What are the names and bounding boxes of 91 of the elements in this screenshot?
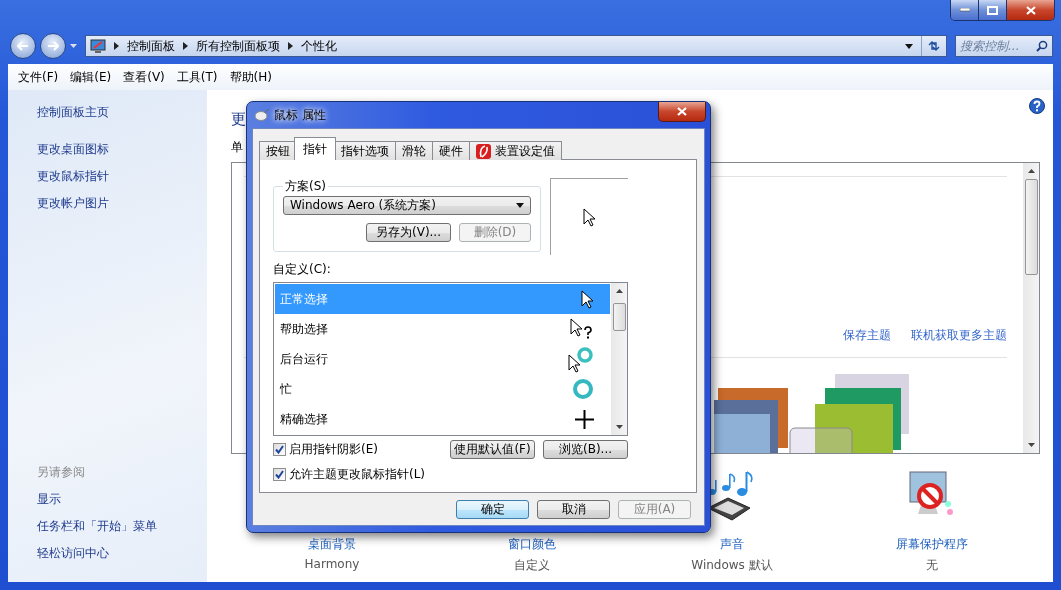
- setting-link[interactable]: 窗口颜色: [508, 536, 556, 553]
- setting-value: 自定义: [514, 557, 550, 574]
- scrollbar-thumb[interactable]: [612, 303, 626, 331]
- sidebar-link[interactable]: 显示: [37, 491, 61, 508]
- menu-item[interactable]: 帮助(H): [229, 66, 272, 88]
- setting-value: Harmony: [304, 557, 360, 571]
- list-item[interactable]: 忙: [275, 374, 610, 404]
- sidebar-link[interactable]: 更改鼠标指针: [37, 168, 109, 185]
- tab[interactable]: 指针选项: [334, 141, 396, 160]
- minimize-icon: [959, 8, 970, 12]
- setting-link[interactable]: 桌面背景: [308, 536, 356, 553]
- setting-value: 无: [926, 557, 938, 574]
- cursor-button[interactable]: 使用默认值(F): [450, 440, 535, 459]
- address-field[interactable]: 控制面板 所有控制面板项 个性化: [85, 35, 947, 57]
- forward-button[interactable]: [40, 33, 66, 59]
- theme-link[interactable]: 保存主题: [843, 327, 891, 344]
- back-arrow-icon: [17, 41, 29, 51]
- list-item[interactable]: 精确选择: [275, 404, 610, 434]
- sidebar-link[interactable]: 轻松访问中心: [37, 545, 109, 562]
- sidebar-link[interactable]: 任务栏和「开始」菜单: [37, 518, 157, 535]
- up-arrow-icon[interactable]: [1027, 169, 1035, 173]
- menu-item[interactable]: 查看(V): [123, 66, 165, 88]
- setting-link[interactable]: 声音: [720, 536, 744, 553]
- caret-icon[interactable]: [70, 44, 77, 48]
- sidebar-link[interactable]: 更改帐户图片: [37, 195, 109, 212]
- help-cursor-icon: [570, 318, 594, 340]
- checkbox-label: 启用指针阴影(E): [289, 441, 378, 458]
- cursor-button[interactable]: 浏览(B)...: [543, 440, 628, 459]
- menu-item[interactable]: 编辑(E): [70, 66, 112, 88]
- tab[interactable]: 硬件: [432, 141, 470, 160]
- tab[interactable]: 装置设定值: [469, 141, 562, 160]
- setting-value: Windows 默认: [691, 557, 773, 574]
- section-title: 另请参阅: [37, 464, 85, 481]
- help-icon[interactable]: [1029, 98, 1045, 114]
- monitor-icon: [90, 38, 106, 54]
- mouse-icon: [255, 109, 269, 121]
- close-icon: [1025, 5, 1036, 15]
- group-label: 方案(S): [284, 178, 327, 195]
- sidebar-link[interactable]: 更改桌面图标: [37, 141, 109, 158]
- refresh-icon: [927, 40, 941, 52]
- checkbox[interactable]: [273, 468, 286, 481]
- minimize-button[interactable]: [951, 0, 979, 20]
- caret-icon: [516, 203, 524, 208]
- caret-icon: [905, 43, 913, 49]
- theme-link[interactable]: 联机获取更多主题: [911, 327, 1007, 344]
- scrollbar[interactable]: [611, 283, 627, 435]
- down-arrow-icon[interactable]: [615, 425, 623, 429]
- maximize-button[interactable]: [979, 0, 1007, 20]
- tab[interactable]: 指针: [294, 137, 336, 160]
- search-field[interactable]: 搜索控制...: [955, 35, 1053, 57]
- working-cursor-icon: [568, 345, 594, 373]
- dialog-button[interactable]: 确定: [456, 500, 529, 519]
- chevron-icon: [114, 42, 119, 50]
- arrow-cursor-icon: [583, 207, 596, 227]
- breadcrumb[interactable]: 所有控制面板项: [196, 37, 280, 55]
- maximize-icon: [987, 5, 998, 15]
- forward-arrow-icon: [47, 41, 59, 51]
- sidebar-link[interactable]: 控制面板主页: [37, 104, 109, 121]
- scrollbar-thumb[interactable]: [1024, 179, 1038, 275]
- breadcrumb[interactable]: 控制面板: [127, 37, 175, 55]
- down-arrow-icon[interactable]: [1027, 443, 1035, 447]
- cursor-list[interactable]: 正常选择 帮助选择 后台运行 忙 精确选择: [273, 282, 628, 436]
- crosshair-cursor-icon: [575, 409, 594, 429]
- chevron-icon: [288, 42, 293, 50]
- dialog-title: 鼠标 属性: [274, 106, 326, 124]
- list-label: 自定义(C):: [273, 261, 332, 278]
- search-icon: [1036, 40, 1048, 52]
- menu-item[interactable]: 文件(F): [18, 66, 59, 88]
- tab[interactable]: 按钮: [259, 141, 297, 160]
- list-item[interactable]: 帮助选择: [275, 314, 610, 344]
- busy-cursor-icon: [572, 378, 594, 400]
- close-button[interactable]: [658, 102, 706, 122]
- description-text: 单: [231, 139, 243, 156]
- breadcrumb[interactable]: 个性化: [301, 37, 337, 55]
- back-button[interactable]: [10, 33, 36, 59]
- setting-link[interactable]: 屏幕保护程序: [896, 536, 968, 553]
- scheme-dropdown[interactable]: Windows Aero (系统方案): [283, 196, 531, 215]
- close-button[interactable]: [1007, 0, 1054, 20]
- dialog-button[interactable]: 取消: [537, 500, 610, 519]
- close-icon: [677, 107, 687, 116]
- page-heading: 更: [231, 110, 246, 129]
- checkbox-label: 允许主题更改鼠标指针(L): [289, 466, 426, 483]
- scrollbar[interactable]: [1023, 163, 1039, 453]
- up-arrow-icon[interactable]: [615, 289, 623, 293]
- list-item[interactable]: 后台运行: [275, 344, 610, 374]
- chevron-icon: [183, 42, 188, 50]
- checkbox[interactable]: [273, 443, 286, 456]
- tab[interactable]: 滑轮: [395, 141, 433, 160]
- menu-item[interactable]: 工具(T): [176, 66, 218, 88]
- arrow-cursor-icon: [581, 289, 594, 309]
- scheme-button[interactable]: 另存为(V)...: [366, 223, 451, 242]
